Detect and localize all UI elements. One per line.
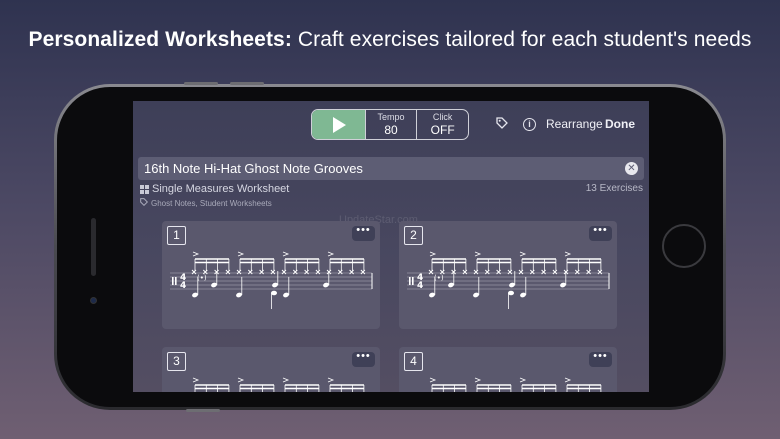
front-camera [90, 297, 97, 304]
speaker-slot [91, 218, 96, 276]
volume-button-2 [230, 82, 264, 85]
exercise-number: 4 [404, 352, 423, 371]
playback-control: Tempo 80 Click OFF [311, 109, 469, 140]
tempo-button[interactable]: Tempo 80 [364, 110, 417, 139]
exercise-card-2[interactable]: 2 ••• 4 4 (•) [399, 221, 617, 329]
more-button[interactable]: ••• [352, 225, 375, 241]
click-value: OFF [430, 123, 455, 137]
worksheet-title: 16th Note Hi-Hat Ghost Note Grooves [144, 161, 363, 176]
drum-notation: 44(•) [192, 377, 365, 392]
exercise-card-1[interactable]: 1 ••• 4 4 (•) [162, 221, 380, 329]
exercise-number: 3 [167, 352, 186, 371]
exercise-card-3[interactable]: 3 ••• 44(•) [162, 347, 380, 392]
exercise-number: 1 [167, 226, 186, 245]
drum-notation: 44(•) [407, 251, 610, 309]
play-button[interactable] [312, 110, 365, 139]
click-button[interactable]: Click OFF [416, 110, 468, 139]
exercise-number: 2 [404, 226, 423, 245]
worksheet-info-row: Single Measures Worksheet 13 Exercises [140, 183, 643, 197]
info-icon[interactable]: i [523, 118, 536, 131]
done-button[interactable]: Done [605, 117, 635, 131]
tags-row: Ghost Notes, Student Worksheets [140, 198, 272, 208]
side-button [186, 409, 220, 412]
rearrange-button[interactable]: Rearrange [546, 117, 603, 131]
svg-text:4: 4 [417, 281, 423, 291]
more-button[interactable]: ••• [589, 351, 612, 367]
svg-text:4: 4 [180, 281, 186, 291]
play-icon [333, 116, 347, 133]
svg-text:(•): (•) [197, 274, 207, 282]
toolbar: Tempo 80 Click OFF i Rearrange Done [133, 109, 649, 141]
grid-icon [140, 185, 149, 194]
tempo-label: Tempo [377, 112, 405, 122]
tag-small-icon [140, 198, 148, 206]
tag-icon[interactable] [496, 117, 508, 129]
home-button[interactable] [662, 224, 706, 268]
drum-notation: 44(•) [429, 377, 602, 392]
more-button[interactable]: ••• [589, 225, 612, 241]
exercise-card-4[interactable]: 4 ••• 44(•) [399, 347, 617, 392]
more-button[interactable]: ••• [352, 351, 375, 367]
volume-button-1 [184, 82, 218, 85]
worksheet-title-field[interactable]: 16th Note Hi-Hat Ghost Note Grooves ✕ [138, 157, 644, 180]
exercise-count: 13 Exercises [585, 183, 643, 194]
headline: Personalized Worksheets: Craft exercises… [0, 28, 780, 52]
drum-notation: 44(•) [170, 251, 373, 309]
clear-icon[interactable]: ✕ [625, 162, 638, 175]
app-screen: Tempo 80 Click OFF i Rearrange Done 16th… [133, 101, 649, 392]
headline-rest: Craft exercises tailored for each studen… [291, 28, 752, 51]
worksheet-tags: Ghost Notes, Student Worksheets [151, 199, 272, 208]
svg-text:(•): (•) [434, 274, 444, 282]
tempo-value: 80 [384, 123, 398, 137]
headline-bold: Personalized Worksheets: [28, 28, 292, 51]
click-label: Click [432, 112, 453, 122]
worksheet-type: Single Measures Worksheet [152, 183, 290, 195]
